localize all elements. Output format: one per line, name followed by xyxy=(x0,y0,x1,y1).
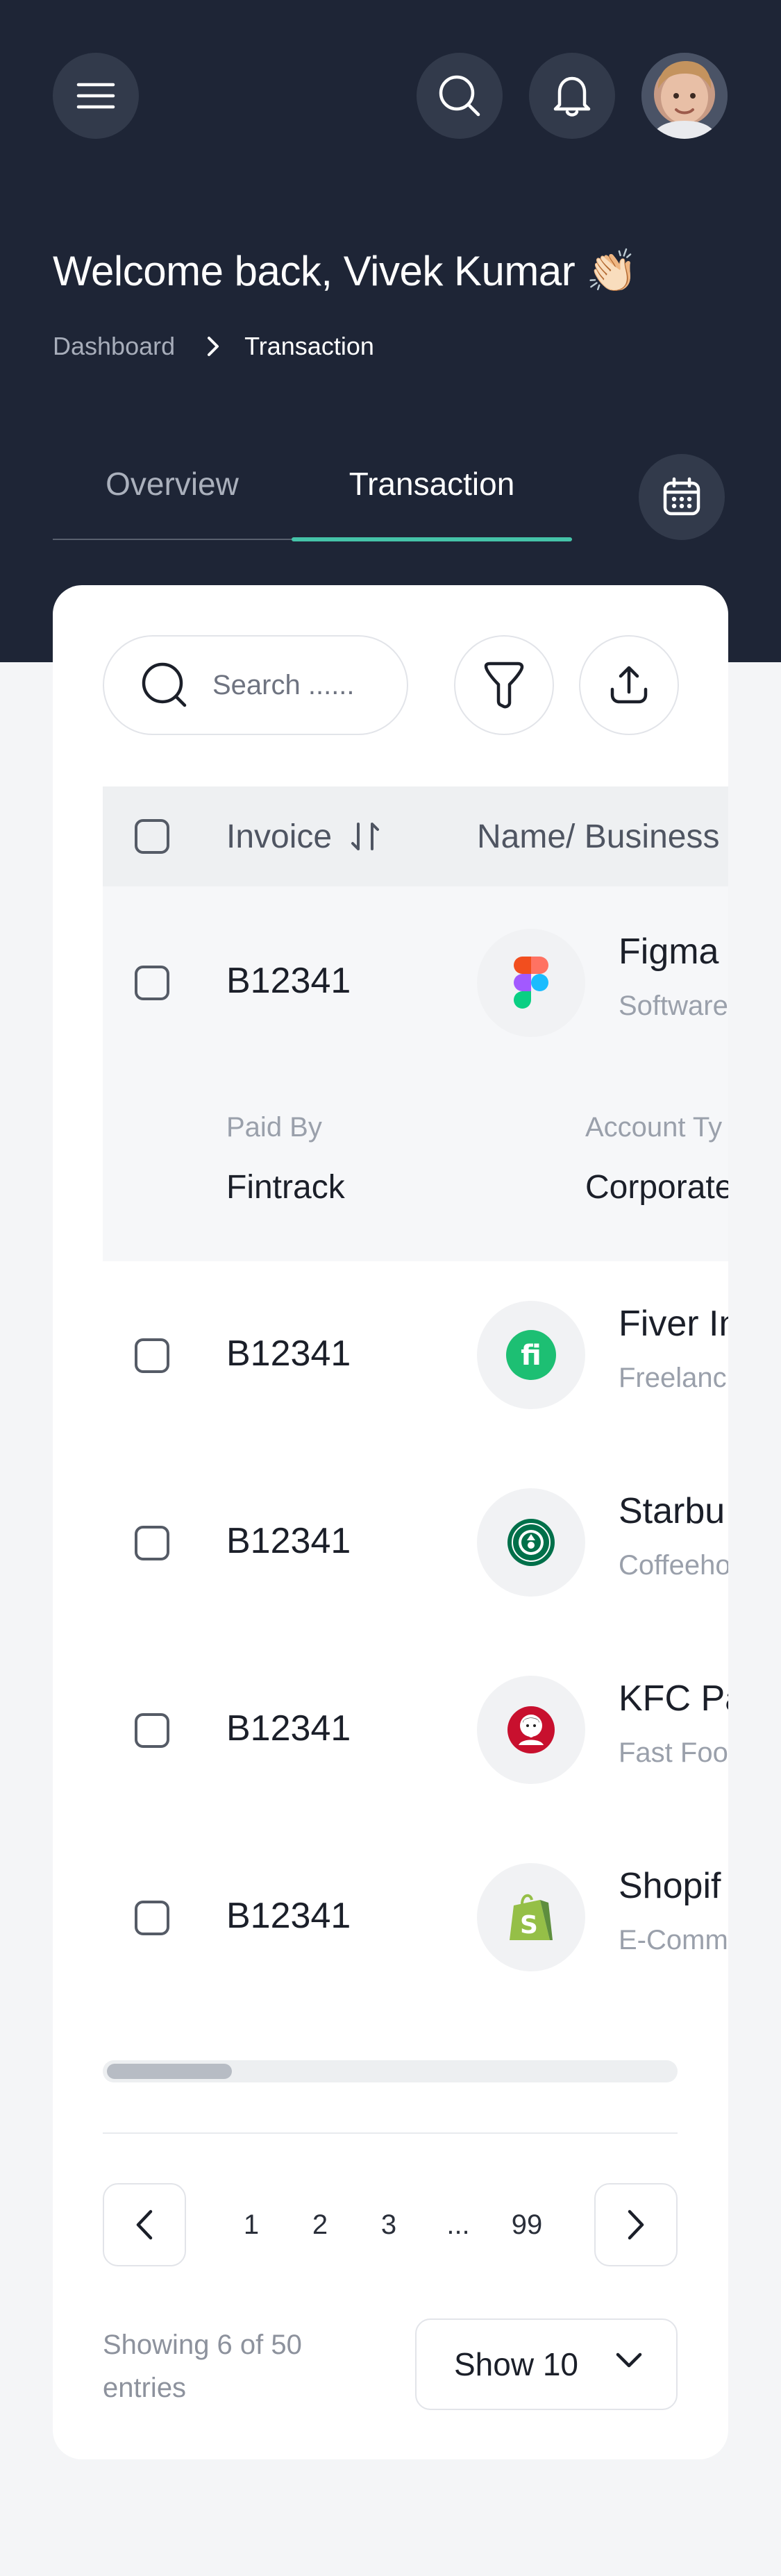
next-page-button[interactable] xyxy=(594,2183,678,2266)
menu-button[interactable] xyxy=(53,53,139,139)
page-99[interactable]: 99 xyxy=(503,2183,551,2266)
shopify-logo: S xyxy=(477,1863,585,1971)
business-name: Shopif xyxy=(619,1866,721,1906)
calendar-button[interactable] xyxy=(639,454,725,540)
breadcrumb-dashboard[interactable]: Dashboard xyxy=(53,332,175,361)
chevron-down-icon xyxy=(616,2352,642,2368)
column-invoice[interactable]: Invoice xyxy=(226,786,382,886)
kfc-logo xyxy=(477,1676,585,1784)
row-checkbox[interactable] xyxy=(135,966,169,1000)
avatar-image xyxy=(641,53,728,139)
previous-page-button[interactable] xyxy=(103,2183,186,2266)
chevron-right-icon xyxy=(628,2209,644,2240)
business-name: Starbu xyxy=(619,1491,725,1531)
chevron-right-icon xyxy=(207,336,219,357)
page-ellipsis: ... xyxy=(446,2209,470,2240)
svg-text:S: S xyxy=(520,1911,538,1939)
active-tab-indicator xyxy=(292,537,572,541)
invoice-id: B12341 xyxy=(226,1333,351,1374)
breadcrumb: Dashboard Transaction xyxy=(53,332,374,361)
column-name-business[interactable]: Name/ Business xyxy=(477,786,719,886)
horizontal-scrollbar[interactable] xyxy=(103,2060,678,2082)
search-icon xyxy=(142,662,187,707)
column-invoice-label: Invoice xyxy=(226,818,333,855)
select-all-checkbox[interactable] xyxy=(135,819,169,854)
user-avatar[interactable] xyxy=(641,53,728,139)
business-category: Coffeehou xyxy=(619,1550,728,1581)
entries-summary: Showing 6 of 50 entries xyxy=(103,2330,302,2403)
svg-text:fi: fi xyxy=(521,1340,541,1372)
business-category: Software xyxy=(619,991,728,1021)
tab-overview[interactable]: Overview xyxy=(53,444,292,540)
business-name: Figma xyxy=(619,932,719,972)
business-name: Fiver In xyxy=(619,1304,728,1344)
welcome-heading: Welcome back, Vivek Kumar 👏🏻 xyxy=(53,248,638,294)
business-category: E-Comm xyxy=(619,1925,728,1955)
sort-icon xyxy=(351,823,380,850)
divider xyxy=(103,2132,678,2134)
search-placeholder: Search ...... xyxy=(212,669,355,700)
account-type-value: Corporate xyxy=(585,1169,728,1206)
chevron-left-icon xyxy=(136,2209,153,2240)
notifications-button[interactable] xyxy=(529,53,615,139)
export-button[interactable] xyxy=(579,635,679,735)
invoice-id: B12341 xyxy=(226,1521,351,1561)
figma-logo xyxy=(477,929,585,1037)
account-type-label: Account Ty xyxy=(585,1112,723,1143)
page-size-select[interactable]: Show 10 xyxy=(415,2318,678,2410)
fiverr-logo: fi xyxy=(477,1301,585,1409)
transactions-card: Search ...... Invoice Name/ Business B12… xyxy=(53,585,728,2459)
business-category: Fast Foo xyxy=(619,1737,728,1768)
filter-button[interactable] xyxy=(454,635,554,735)
table-row[interactable]: B12341 KFC Pa Fast Foo xyxy=(103,1636,728,1824)
table-row[interactable]: B12341 S Shopif E-Comm xyxy=(103,1824,728,2011)
search-input[interactable]: Search ...... xyxy=(103,635,408,735)
page-1[interactable]: 1 xyxy=(227,2183,276,2266)
business-category: Freelanc xyxy=(619,1363,727,1393)
table-row[interactable]: B12341 Starbu Coffeehou xyxy=(103,1449,728,1636)
business-name: KFC Pa xyxy=(619,1678,728,1719)
paid-by-value: Fintrack xyxy=(226,1169,345,1206)
page-2[interactable]: 2 xyxy=(296,2183,344,2266)
tab-bar: Overview Transaction xyxy=(53,444,572,541)
page-size-value: Show 10 xyxy=(454,2346,579,2382)
row-checkbox[interactable] xyxy=(135,1526,169,1560)
row-checkbox[interactable] xyxy=(135,1338,169,1373)
table-header: Invoice Name/ Business xyxy=(103,786,728,886)
invoice-id: B12341 xyxy=(226,1708,351,1749)
scrollbar-thumb[interactable] xyxy=(107,2064,232,2079)
tab-transaction[interactable]: Transaction xyxy=(292,444,572,540)
breadcrumb-transaction: Transaction xyxy=(244,332,374,360)
search-icon xyxy=(439,75,480,117)
filter-icon xyxy=(484,662,524,709)
page-3[interactable]: 3 xyxy=(364,2183,413,2266)
table-row[interactable]: B12341 fi Fiver In Freelanc xyxy=(103,1261,728,1449)
calendar-icon xyxy=(663,477,700,516)
bell-icon xyxy=(553,76,591,117)
invoice-id: B12341 xyxy=(226,961,351,1001)
starbucks-logo xyxy=(477,1488,585,1597)
upload-icon xyxy=(610,666,648,704)
search-button[interactable] xyxy=(417,53,503,139)
row-checkbox[interactable] xyxy=(135,1713,169,1748)
menu-icon xyxy=(76,83,115,109)
invoice-id: B12341 xyxy=(226,1896,351,1936)
paid-by-label: Paid By xyxy=(226,1112,322,1143)
table-row[interactable]: B12341 Figma Software Paid By Fintrack A… xyxy=(103,886,728,1261)
row-checkbox[interactable] xyxy=(135,1901,169,1935)
